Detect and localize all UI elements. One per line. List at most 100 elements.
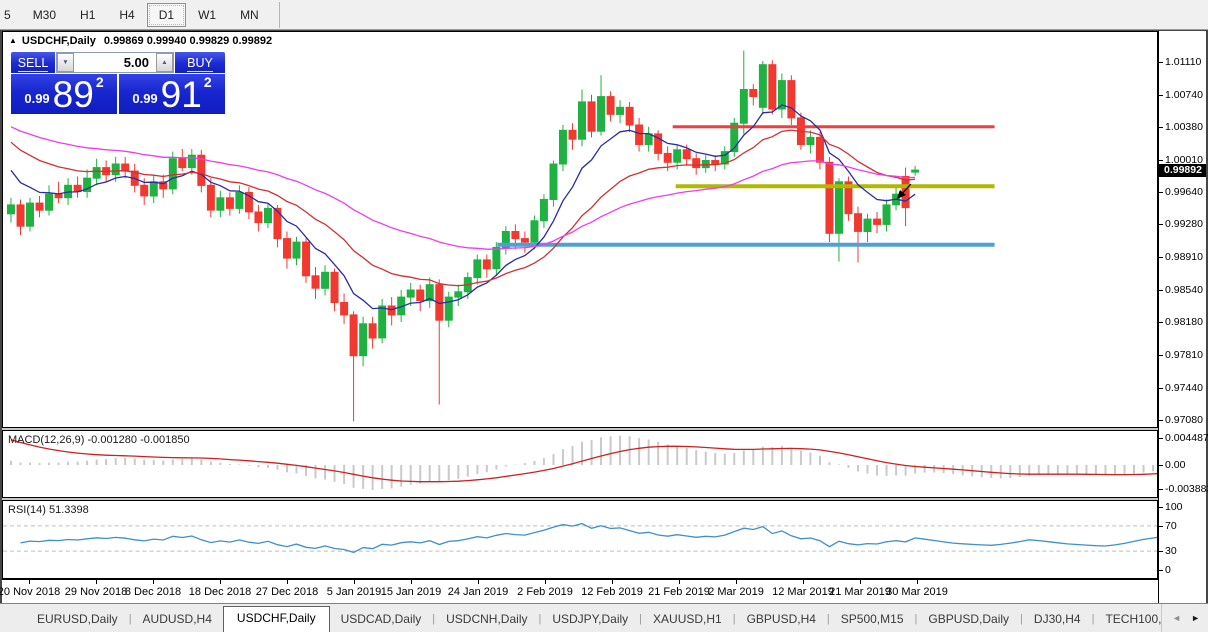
- price-tick-label: 1.00740: [1165, 89, 1203, 101]
- buy-price-prefix: 0.99: [132, 91, 158, 106]
- timeframe-button-h1[interactable]: H1: [68, 3, 107, 27]
- chevron-up-icon: ▲: [161, 59, 168, 66]
- rsi-tick-label-tick: [1159, 551, 1163, 552]
- chart-tab-usdcnh-daily[interactable]: USDCNH,Daily: [435, 608, 538, 632]
- horizontal-level-lines[interactable]: [497, 125, 995, 247]
- price-tick-label-tick: [1159, 322, 1163, 323]
- timeframe-button-5[interactable]: 5: [0, 3, 21, 27]
- date-tick: [411, 580, 412, 584]
- price-tick-label-tick: [1159, 290, 1163, 291]
- date-tick-label: 2 Mar 2019: [708, 586, 764, 598]
- collapse-trade-panel-icon[interactable]: ▲: [9, 36, 17, 45]
- date-tick-label: 29 Nov 2018: [64, 586, 128, 598]
- chart-tab-gbpusd-daily[interactable]: GBPUSD,Daily: [917, 608, 1020, 632]
- macd-tick-label-tick: [1159, 438, 1163, 439]
- date-tick: [354, 580, 355, 584]
- buy-price-display[interactable]: 0.99 91 2: [119, 74, 225, 114]
- chart-tab-audusd-h4[interactable]: AUDUSD,H4: [132, 608, 223, 632]
- date-tick-label: 30 Mar 2019: [886, 586, 948, 598]
- timeframe-button-w1[interactable]: W1: [186, 3, 228, 27]
- timeframe-toolbar: 5 M30 H1 H4 D1 W1 MN: [0, 0, 1208, 30]
- date-tick-label: 27 Dec 2018: [255, 586, 319, 598]
- symbol-title: USDCHF,Daily: [21, 35, 96, 47]
- sell-price-prefix: 0.99: [24, 91, 50, 106]
- price-tick-label: 0.98540: [1165, 284, 1203, 296]
- macd-tick-label: 0.00: [1165, 459, 1186, 471]
- moving-averages: [10, 104, 916, 311]
- volume-increase-button[interactable]: ▲: [156, 53, 173, 72]
- volume-input[interactable]: 5.00: [74, 53, 156, 72]
- date-axis[interactable]: 20 Nov 2018 29 Nov 2018 8 Dec 2018 18 Dec 2…: [0, 579, 1158, 604]
- date-tick-label: 24 Jan 2019: [447, 586, 509, 598]
- date-tick-label: 8 Dec 2018: [124, 586, 182, 598]
- date-tick: [736, 580, 737, 584]
- rsi-chart[interactable]: [3, 501, 1157, 578]
- price-tick-label: 0.98910: [1165, 251, 1203, 263]
- medium-ma: [10, 129, 916, 287]
- sell-price-display[interactable]: 0.99 89 2: [11, 74, 117, 114]
- tab-scroll-arrows: ◄ ►: [1161, 604, 1208, 632]
- chart-tab-xauusd-h1[interactable]: XAUUSD,H1: [642, 608, 733, 632]
- macd-tick-label: 0.004487: [1165, 432, 1208, 444]
- rsi-level-lines: [3, 525, 1157, 552]
- date-tick: [679, 580, 680, 584]
- buy-price-point: 2: [203, 74, 212, 90]
- date-tick: [860, 580, 861, 584]
- date-tick-label: 20 Nov 2018: [0, 586, 61, 598]
- date-tick: [96, 580, 97, 584]
- chart-tab-usdjpy-daily[interactable]: USDJPY,Daily: [541, 608, 639, 632]
- timeframe-button-m30[interactable]: M30: [21, 3, 68, 27]
- price-tick-label-tick: [1159, 388, 1163, 389]
- chart-tab-usdcad-daily[interactable]: USDCAD,Daily: [330, 608, 433, 632]
- date-tick: [545, 580, 546, 584]
- price-tick-label-tick: [1159, 355, 1163, 356]
- chart-tab-gbpusd-h4[interactable]: GBPUSD,H4: [736, 608, 827, 632]
- chart-tab-dj30-h4[interactable]: DJ30,H4: [1023, 608, 1092, 632]
- price-tick-label-tick: [1159, 257, 1163, 258]
- volume-decrease-button[interactable]: ▼: [57, 53, 74, 72]
- chart-tab-bar: EURUSD,Daily | AUDUSD,H4 USDCHF,Daily USDCAD…: [0, 603, 1208, 632]
- rsi-tick-label-tick: [1159, 570, 1163, 571]
- price-tick-label: 1.01110: [1165, 56, 1202, 68]
- timeframe-button-d1[interactable]: D1: [146, 2, 187, 27]
- main-chart-panel[interactable]: ▲ USDCHF,Daily 0.99869 0.99940 0.99829 0.9…: [2, 31, 1158, 428]
- macd-panel[interactable]: MACD(12,26,9) -0.001280 -0.001850: [2, 430, 1158, 498]
- chart-tab-sp500-m15[interactable]: SP500,M15: [830, 608, 915, 632]
- one-click-trading-panel: SELL ▼ 5.00 ▲ BUY 0.99 89 2 0.99 91 2: [11, 52, 225, 114]
- date-tick: [287, 580, 288, 584]
- chart-tab-eurusd-daily[interactable]: EURUSD,Daily: [26, 608, 129, 632]
- symbol-header: ▲ USDCHF,Daily 0.99869 0.99940 0.99829 0.9…: [9, 35, 272, 47]
- date-tick-label: 12 Feb 2019: [581, 586, 643, 598]
- price-tick-label-tick: [1159, 95, 1163, 96]
- buy-button[interactable]: BUY: [175, 52, 225, 73]
- date-tick-label: 12 Mar 2019: [772, 586, 834, 598]
- price-tick-label: 0.97440: [1165, 382, 1203, 394]
- buy-price-pips: 91: [160, 73, 202, 115]
- timeframe-button-mn[interactable]: MN: [228, 3, 271, 27]
- rsi-panel[interactable]: RSI(14) 51.3398: [2, 500, 1158, 579]
- date-tick-label: 18 Dec 2018: [188, 586, 252, 598]
- price-tick-label: 1.00380: [1165, 121, 1203, 133]
- macd-tick-label-tick: [1159, 489, 1163, 490]
- date-tick: [612, 580, 613, 584]
- price-tick-label-tick: [1159, 420, 1163, 421]
- current-price-tag: 0.99892: [1159, 164, 1206, 177]
- date-tick-label: 15 Jan 2019: [380, 586, 442, 598]
- macd-tick-label: -0.003883: [1165, 483, 1208, 495]
- tab-scroll-left-icon[interactable]: ◄: [1172, 613, 1181, 623]
- price-tick-label: 0.99280: [1165, 218, 1203, 230]
- timeframe-button-h4[interactable]: H4: [107, 3, 146, 27]
- toolbar-separator: [278, 1, 280, 28]
- chart-tab-usdchf-daily[interactable]: USDCHF,Daily: [222, 606, 330, 632]
- sell-button[interactable]: SELL: [11, 52, 55, 73]
- rsi-line: [20, 522, 1157, 554]
- price-tick-label: 0.97810: [1165, 349, 1203, 361]
- price-tick-label-tick: [1159, 62, 1163, 63]
- date-tick-label: 21 Mar 2019: [829, 586, 891, 598]
- price-axis[interactable]: 1.01110 1.00740 1.00380 1.00010 0.99640 0.992…: [1158, 31, 1208, 603]
- macd-tick-label-tick: [1159, 465, 1163, 466]
- tab-scroll-right-icon[interactable]: ►: [1191, 613, 1200, 623]
- price-tick-label: 0.99640: [1165, 186, 1203, 198]
- price-tick-label: 0.98180: [1165, 316, 1203, 328]
- fast-ma: [10, 104, 916, 311]
